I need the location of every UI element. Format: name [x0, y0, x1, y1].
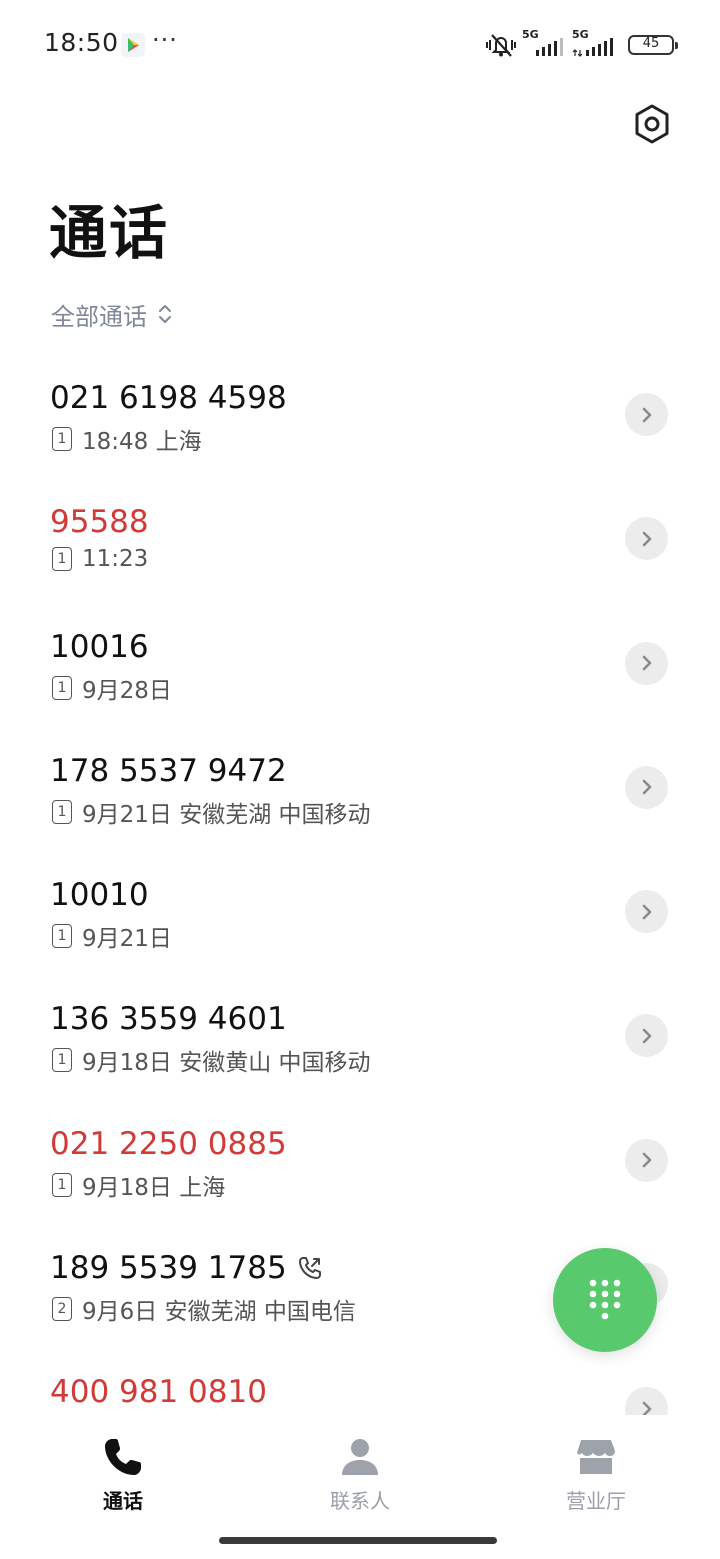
chevron-right-icon	[642, 531, 651, 547]
call-number-text: 10010	[50, 877, 149, 914]
call-number: 10010	[50, 877, 149, 913]
call-meta: 1 9月18日 安徽黄山 中国移动	[52, 1043, 371, 1077]
call-log-item[interactable]: 021 6198 4598 1 18:48 上海	[0, 352, 720, 476]
signal-icon-2: 5G	[572, 28, 616, 59]
call-log-item[interactable]: 021 2250 0885 1 9月18日 上海	[0, 1098, 720, 1222]
call-meta: 1 9月21日	[52, 919, 172, 953]
call-log-item[interactable]: 136 3559 4601 1 9月18日 安徽黄山 中国移动	[0, 973, 720, 1097]
page-title: 通话	[49, 199, 170, 267]
call-log-item[interactable]: 10016 1 9月28日	[0, 601, 720, 725]
call-meta-text: 11:23	[82, 546, 149, 573]
status-icons: 5G 5G 45	[486, 28, 678, 60]
sim-card-icon: 1	[52, 547, 72, 572]
chevron-right-icon	[642, 1401, 651, 1415]
call-number: 10016	[50, 629, 149, 665]
status-bar: 18:50 ··· 5G 5G 45	[0, 0, 720, 90]
call-meta-text: 9月6日 安徽芜湖 中国电信	[82, 1299, 356, 1326]
tab-store[interactable]: 营业厅	[516, 1433, 676, 1523]
chevron-right-icon	[642, 780, 651, 795]
call-number: 021 2250 0885	[50, 1126, 287, 1162]
call-meta: 1 9月18日 上海	[52, 1168, 225, 1202]
call-filter-dropdown[interactable]: 全部通话	[51, 296, 173, 332]
call-detail-button[interactable]	[625, 393, 668, 436]
call-detail-button[interactable]	[625, 1387, 668, 1415]
gear-icon	[635, 104, 669, 144]
sim-card-icon: 1	[52, 799, 72, 824]
call-number-text: 021 6198 4598	[50, 380, 287, 416]
call-log-item[interactable]: 178 5537 9472 1 9月21日 安徽芜湖 中国移动	[0, 725, 720, 849]
call-log-item[interactable]: 95588 1 11:23	[0, 476, 720, 600]
chevron-right-icon	[642, 655, 651, 671]
call-log-item[interactable]: 400 981 0810	[0, 1346, 720, 1415]
chevron-right-icon	[642, 1028, 651, 1044]
home-indicator[interactable]	[219, 1537, 497, 1544]
status-more: ···	[152, 26, 178, 54]
outgoing-call-icon	[298, 1257, 321, 1280]
signal-icon: 5G	[522, 28, 566, 59]
battery-icon: 45	[628, 35, 678, 55]
chevron-right-icon	[642, 1152, 651, 1168]
call-number: 400 981 0810	[50, 1374, 267, 1410]
call-meta: 1 9月21日 安徽芜湖 中国移动	[52, 795, 371, 829]
call-number: 95588	[50, 504, 149, 540]
call-number: 178 5537 9472	[50, 753, 287, 789]
tab-calls-label: 通话	[103, 1489, 143, 1513]
call-number-text: 10016	[50, 628, 149, 665]
tab-store-label: 营业厅	[566, 1489, 626, 1513]
call-number-text: 95588	[50, 504, 149, 541]
dialpad-button[interactable]	[553, 1248, 657, 1352]
sim-card-icon: 1	[52, 427, 72, 451]
chevron-up-down-icon	[159, 305, 171, 323]
play-store-icon	[121, 33, 145, 57]
sim-card-icon: 1	[52, 1172, 72, 1197]
chevron-right-icon	[642, 904, 651, 919]
phone-icon	[105, 1439, 141, 1475]
call-meta: 1 18:48 上海	[52, 422, 202, 456]
call-number: 021 6198 4598	[50, 380, 287, 416]
call-number-text: 178 5537 9472	[50, 752, 287, 789]
store-icon	[577, 1440, 615, 1474]
call-number-text: 136 3559 4601	[50, 1001, 287, 1038]
sim-card-icon: 1	[52, 1048, 72, 1073]
call-detail-button[interactable]	[625, 641, 668, 685]
call-log-item[interactable]: 10010 1 9月21日	[0, 849, 720, 973]
call-number: 189 5539 1785	[50, 1250, 323, 1286]
mute-vibrate-icon	[486, 34, 516, 57]
call-meta: 1 9月28日	[52, 671, 172, 705]
call-detail-button[interactable]	[625, 1138, 668, 1182]
tab-calls[interactable]: 通话	[43, 1433, 203, 1523]
call-number-text: 400 981 0810	[50, 1374, 267, 1411]
call-number-text: 021 2250 0885	[50, 1125, 287, 1162]
chevron-right-icon	[642, 407, 651, 422]
call-meta-text: 9月18日 上海	[82, 1174, 226, 1201]
battery-level: 45	[642, 36, 660, 51]
status-time: 18:50	[44, 28, 119, 57]
call-detail-button[interactable]	[625, 890, 668, 934]
call-detail-button[interactable]	[625, 765, 668, 809]
tab-contacts[interactable]: 联系人	[280, 1433, 440, 1523]
filter-label: 全部通话	[51, 302, 147, 331]
call-detail-button[interactable]	[625, 517, 668, 561]
sim-card-icon: 1	[52, 675, 72, 700]
sim-card-icon: 2	[52, 1297, 72, 1322]
call-number: 136 3559 4601	[50, 1001, 287, 1037]
call-meta-text: 9月21日	[82, 926, 172, 953]
call-detail-button[interactable]	[625, 1014, 668, 1058]
sim-card-icon: 1	[52, 924, 72, 949]
call-meta: 1 11:23	[52, 546, 148, 572]
call-meta-text: 9月21日 安徽芜湖 中国移动	[82, 801, 371, 828]
call-meta-text: 9月28日	[82, 677, 172, 704]
call-meta: 2 9月6日 安徽芜湖 中国电信	[52, 1292, 356, 1326]
dialpad-icon	[589, 1279, 621, 1320]
call-meta-text: 18:48 上海	[82, 429, 202, 455]
person-icon	[342, 1439, 378, 1475]
call-meta-text: 9月18日 安徽黄山 中国移动	[82, 1050, 371, 1077]
tab-contacts-label: 联系人	[330, 1489, 390, 1513]
call-number-text: 189 5539 1785	[50, 1250, 287, 1287]
settings-button[interactable]	[628, 100, 676, 148]
